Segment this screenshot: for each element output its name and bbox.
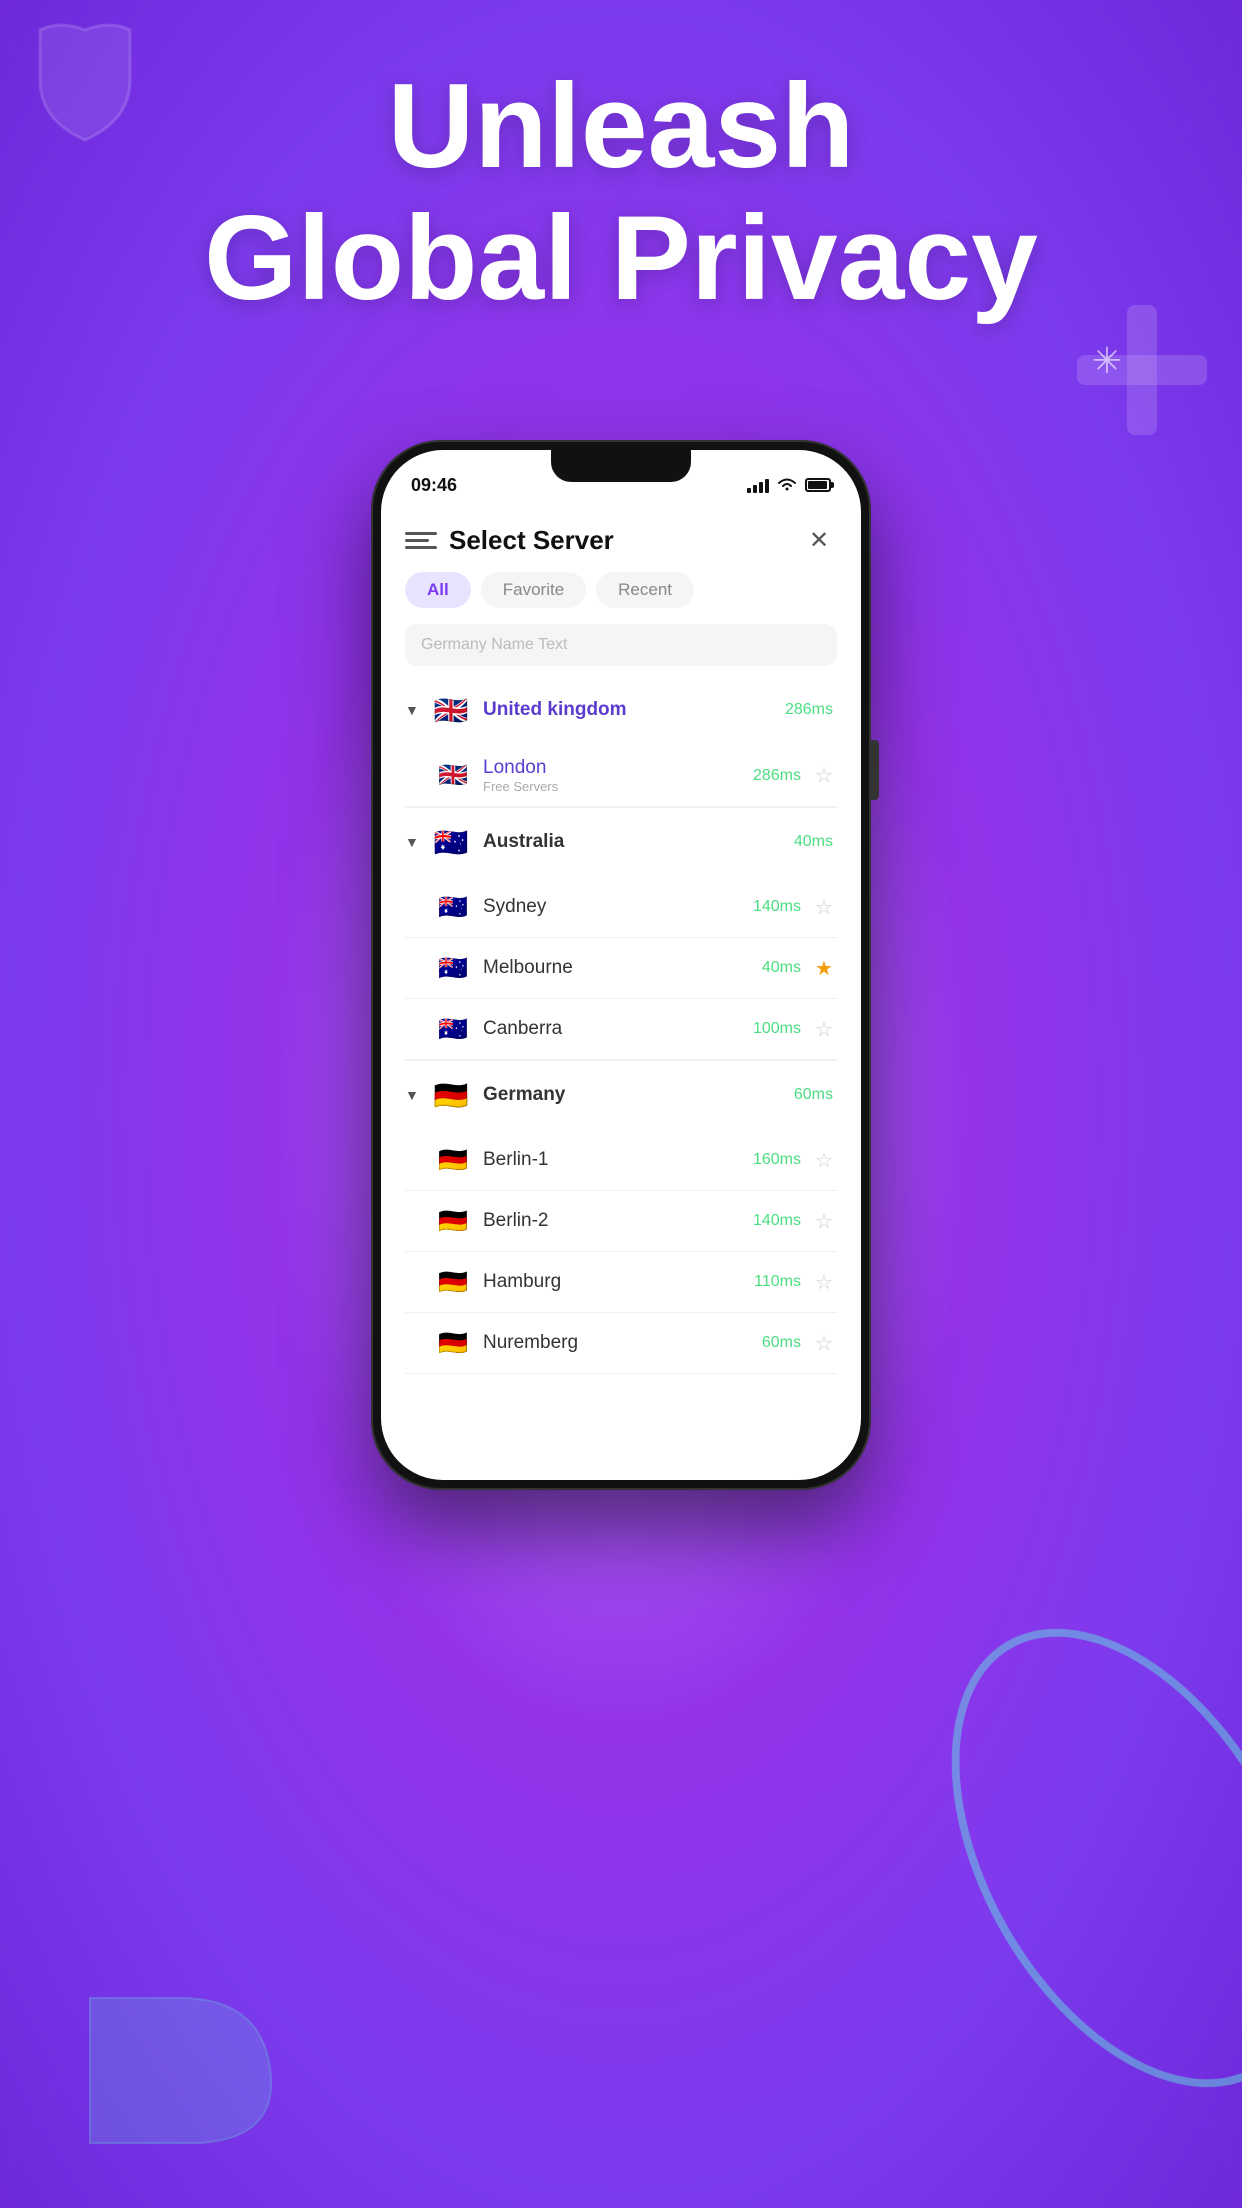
- server-name-hamburg: Hamburg: [483, 1271, 754, 1293]
- app-content: Select Server ✕ All Favorite Recent Germ…: [381, 506, 861, 1480]
- server-latency-hamburg: 110ms: [754, 1273, 801, 1291]
- country-row-de[interactable]: ▼ 🇩🇪 Germany 60ms: [405, 1061, 837, 1130]
- server-row-nuremberg[interactable]: 🇩🇪 Nuremberg 60ms ☆: [405, 1313, 837, 1374]
- phone-screen: 09:46: [381, 450, 861, 1480]
- favorite-star-canberra[interactable]: ☆: [811, 1016, 837, 1042]
- tab-favorite[interactable]: Favorite: [481, 572, 586, 608]
- server-latency-sydney: 140ms: [753, 898, 801, 916]
- server-city-nuremberg: Nuremberg: [483, 1332, 762, 1354]
- flag-au: 🇦🇺: [431, 822, 471, 862]
- favorite-star-berlin2[interactable]: ☆: [811, 1208, 837, 1234]
- favorite-star-london[interactable]: ☆: [811, 763, 837, 789]
- expand-arrow-de: ▼: [405, 1087, 425, 1103]
- country-name-de: Germany: [483, 1084, 794, 1106]
- expand-arrow-au: ▼: [405, 834, 425, 850]
- server-row-berlin1[interactable]: 🇩🇪 Berlin-1 160ms ☆: [405, 1130, 837, 1191]
- flag-de: 🇩🇪: [431, 1075, 471, 1115]
- header-left: Select Server: [405, 525, 614, 556]
- server-city-london: London: [483, 757, 753, 779]
- server-row-london[interactable]: 🇬🇧 London Free Servers 286ms ☆: [405, 745, 837, 807]
- status-icons: [747, 477, 831, 493]
- flag-uk: 🇬🇧: [431, 690, 471, 730]
- flag-canberra: 🇦🇺: [435, 1011, 471, 1047]
- server-row-hamburg[interactable]: 🇩🇪 Hamburg 110ms ☆: [405, 1252, 837, 1313]
- filter-tabs: All Favorite Recent: [405, 572, 837, 608]
- app-title: Select Server: [449, 525, 614, 556]
- close-button[interactable]: ✕: [801, 522, 837, 558]
- deco-spark-icon: ✳: [1092, 340, 1122, 382]
- server-city-sydney: Sydney: [483, 896, 753, 918]
- latency-au: 40ms: [794, 833, 833, 851]
- search-bar[interactable]: Germany Name Text: [405, 624, 837, 666]
- server-sub-london: Free Servers: [483, 779, 753, 794]
- server-latency-nuremberg: 60ms: [762, 1334, 801, 1352]
- server-city-hamburg: Hamburg: [483, 1271, 754, 1293]
- phone-notch: [551, 450, 691, 482]
- server-city-melbourne: Melbourne: [483, 957, 762, 979]
- server-name-london: London Free Servers: [483, 757, 753, 794]
- favorite-star-nuremberg[interactable]: ☆: [811, 1330, 837, 1356]
- server-row-melbourne[interactable]: 🇦🇺 Melbourne 40ms ★: [405, 938, 837, 999]
- server-city-berlin1: Berlin-1: [483, 1149, 753, 1171]
- server-list-icon: [405, 528, 437, 552]
- server-latency-canberra: 100ms: [753, 1020, 801, 1038]
- wifi-icon: [777, 477, 797, 493]
- server-city-berlin2: Berlin-2: [483, 1210, 753, 1232]
- flag-berlin1: 🇩🇪: [435, 1142, 471, 1178]
- country-row-au[interactable]: ▼ 🇦🇺 Australia 40ms: [405, 808, 837, 877]
- phone-side-button: [871, 740, 879, 800]
- server-name-berlin2: Berlin-2: [483, 1210, 753, 1232]
- deco-bottom-shape: [80, 1988, 280, 2148]
- latency-uk: 286ms: [785, 701, 833, 719]
- server-name-sydney: Sydney: [483, 896, 753, 918]
- server-latency-berlin1: 160ms: [753, 1151, 801, 1169]
- headline-line1: Unleash: [0, 60, 1242, 192]
- server-row-berlin2[interactable]: 🇩🇪 Berlin-2 140ms ☆: [405, 1191, 837, 1252]
- app-header: Select Server ✕: [405, 506, 837, 572]
- tab-all[interactable]: All: [405, 572, 471, 608]
- country-name-uk: United kingdom: [483, 699, 785, 721]
- server-city-canberra: Canberra: [483, 1018, 753, 1040]
- favorite-star-sydney[interactable]: ☆: [811, 894, 837, 920]
- server-name-canberra: Canberra: [483, 1018, 753, 1040]
- status-time: 09:46: [411, 475, 457, 496]
- favorite-star-melbourne[interactable]: ★: [811, 955, 837, 981]
- server-name-nuremberg: Nuremberg: [483, 1332, 762, 1354]
- server-list[interactable]: ▼ 🇬🇧 United kingdom 286ms 🇬🇧 London Free…: [405, 676, 837, 1470]
- battery-icon: [805, 478, 831, 492]
- flag-london: 🇬🇧: [435, 758, 471, 794]
- favorite-star-hamburg[interactable]: ☆: [811, 1269, 837, 1295]
- favorite-star-berlin1[interactable]: ☆: [811, 1147, 837, 1173]
- server-latency-melbourne: 40ms: [762, 959, 801, 977]
- country-name-au: Australia: [483, 831, 794, 853]
- search-placeholder: Germany Name Text: [421, 636, 567, 653]
- server-name-melbourne: Melbourne: [483, 957, 762, 979]
- phone-body: 09:46: [371, 440, 871, 1490]
- expand-arrow-uk: ▼: [405, 702, 425, 718]
- server-latency-london: 286ms: [753, 767, 801, 785]
- signal-bars-icon: [747, 477, 769, 493]
- flag-melbourne: 🇦🇺: [435, 950, 471, 986]
- latency-de: 60ms: [794, 1086, 833, 1104]
- flag-nuremberg: 🇩🇪: [435, 1325, 471, 1361]
- flag-berlin2: 🇩🇪: [435, 1203, 471, 1239]
- phone-mockup: 09:46: [371, 440, 871, 1490]
- tab-recent[interactable]: Recent: [596, 572, 694, 608]
- country-row-uk[interactable]: ▼ 🇬🇧 United kingdom 286ms: [405, 676, 837, 745]
- flag-sydney: 🇦🇺: [435, 889, 471, 925]
- server-name-berlin1: Berlin-1: [483, 1149, 753, 1171]
- headline-line2: Global Privacy: [0, 192, 1242, 324]
- headline: Unleash Global Privacy: [0, 60, 1242, 324]
- server-row-sydney[interactable]: 🇦🇺 Sydney 140ms ☆: [405, 877, 837, 938]
- server-row-canberra[interactable]: 🇦🇺 Canberra 100ms ☆: [405, 999, 837, 1060]
- server-latency-berlin2: 140ms: [753, 1212, 801, 1230]
- flag-hamburg: 🇩🇪: [435, 1264, 471, 1300]
